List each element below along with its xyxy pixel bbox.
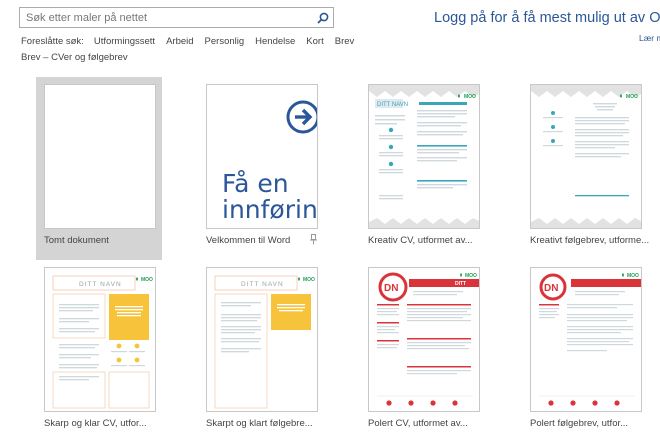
intro-line-1: Få en [222, 169, 289, 198]
dn-monogram: DN [544, 283, 558, 294]
intro-heading: Få en innføring [222, 169, 318, 224]
template-creative-cv[interactable]: DITT NAVN MOO Kreativ CV, utformet av... [368, 84, 488, 260]
template-sharp-cover-letter[interactable]: DITT NAVN MOO Skarpt og klart følgebre..… [206, 267, 326, 443]
cv-name-text: DITT NAVN [241, 281, 284, 288]
suggested-brev[interactable]: Brev [335, 36, 355, 47]
template-caption: Skarp og klar CV, utfor... [44, 418, 147, 429]
cv-name-text: DITT NAVN [79, 281, 122, 288]
template-thumbnail: DITT NAVN MOO [368, 84, 480, 229]
template-caption: Kreativ CV, utformet av... [368, 235, 473, 246]
suggested-hendelse[interactable]: Hendelse [255, 36, 295, 47]
template-caption: Velkommen til Word [206, 235, 291, 246]
suggested-kort[interactable]: Kort [306, 36, 323, 47]
template-thumbnail: MOO DN DITT [368, 267, 480, 412]
template-sharp-cv[interactable]: DITT NAVN MOO Skarp og klar CV, utfor... [44, 267, 164, 443]
suggested-searches: Foreslåtte søk: Utformingssett Arbeid Pe… [21, 36, 365, 47]
suggested-personlig[interactable]: Personlig [205, 36, 245, 47]
creative-letter-preview: MOO [531, 85, 641, 228]
template-caption: Polert følgebrev, utfor... [530, 418, 629, 429]
polished-letter-preview: MOO DN [539, 273, 641, 406]
pin-icon[interactable] [309, 234, 318, 245]
template-polished-cover-letter[interactable]: MOO DN Polert følgebrev, utfor... [530, 267, 650, 443]
dn-monogram: DN [384, 283, 398, 294]
search-icon[interactable] [313, 8, 333, 27]
template-caption: Tomt dokument [44, 235, 109, 246]
suggested-label: Foreslåtte søk: [21, 36, 84, 47]
intro-line-2: innføring [222, 195, 318, 224]
suggested-cv-letters[interactable]: Brev – CVer og følgebrev [21, 52, 128, 63]
learn-more-link[interactable]: Lær m [639, 33, 660, 43]
polished-cv-preview: MOO DN DITT [377, 272, 479, 406]
sharp-letter-preview: DITT NAVN MOO [214, 275, 315, 409]
template-welcome-word[interactable]: Få en innføring Velkommen til Word [206, 84, 326, 260]
moo-logo: MOO [141, 277, 153, 283]
template-blank-document[interactable]: Tomt dokument [36, 77, 164, 260]
search-input[interactable] [20, 8, 313, 27]
cv-name-text: DITT NAVN [377, 102, 408, 108]
template-thumbnail [44, 84, 156, 229]
moo-logo: MOO [627, 273, 639, 279]
template-caption: Kreativt følgebrev, utforme... [530, 235, 650, 246]
suggested-utformingssett[interactable]: Utformingssett [94, 36, 155, 47]
ditt-text: DITT [455, 281, 466, 287]
template-caption: Skarpt og klart følgebre... [206, 418, 313, 429]
template-creative-cover-letter[interactable]: MOO Kreativt følgebrev, utforme... [530, 84, 650, 260]
template-caption: Polert CV, utformet av... [368, 418, 468, 429]
template-thumbnail: DITT NAVN MOO [44, 267, 156, 412]
template-thumbnail: MOO DN [530, 267, 642, 412]
template-search-box[interactable] [19, 7, 334, 28]
template-polished-cv[interactable]: MOO DN DITT Polert CV, utformet av... [368, 267, 488, 443]
template-thumbnail: Få en innføring [206, 84, 318, 229]
moo-logo: MOO [303, 277, 315, 283]
moo-logo: MOO [626, 94, 638, 100]
sharp-cv-preview: DITT NAVN MOO [52, 275, 153, 409]
arrow-right-icon [286, 100, 317, 134]
template-thumbnail: DITT NAVN MOO [206, 267, 318, 412]
template-thumbnail: MOO [530, 84, 642, 229]
signin-link[interactable]: Logg på for å få mest mulig ut av Offi [434, 10, 660, 26]
creative-cv-preview: DITT NAVN MOO [369, 85, 479, 228]
moo-logo: MOO [464, 94, 476, 100]
suggested-arbeid[interactable]: Arbeid [166, 36, 193, 47]
moo-logo: MOO [465, 273, 477, 279]
